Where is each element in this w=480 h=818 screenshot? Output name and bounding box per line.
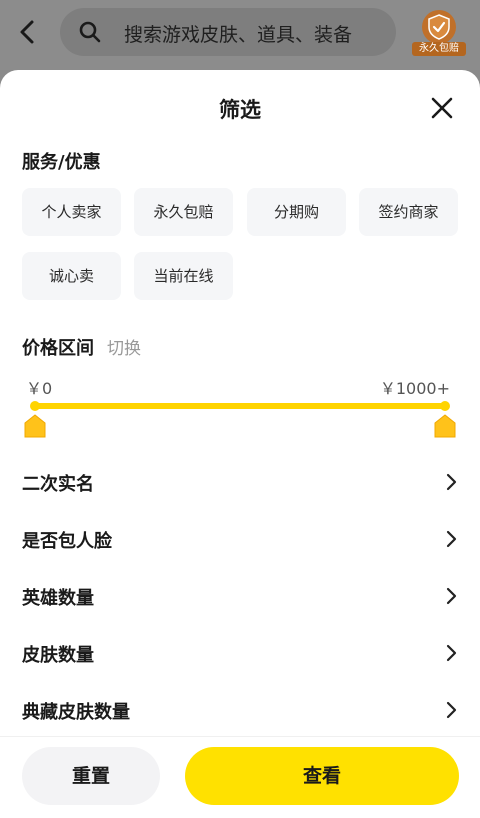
chevron-right-icon (446, 644, 457, 662)
row-skin-count[interactable]: 皮肤数量 (0, 625, 480, 682)
chip-individual-seller[interactable]: 个人卖家 (22, 188, 121, 236)
row-collection-skin-count[interactable]: 典藏皮肤数量 (0, 682, 480, 739)
price-switch-link[interactable]: 切换 (107, 334, 141, 359)
slider-handle-high[interactable] (433, 414, 457, 438)
chevron-right-icon (446, 473, 457, 491)
chevron-right-icon (446, 587, 457, 605)
back-icon[interactable] (14, 18, 42, 46)
slider-handle-low[interactable] (23, 414, 47, 438)
price-section-title: 价格区间 (22, 338, 94, 359)
service-section-title: 服务/优惠 (22, 152, 101, 173)
price-max-label: ￥1000+ (379, 379, 450, 398)
reset-button[interactable]: 重置 (22, 747, 160, 805)
row-label: 是否包人脸 (22, 531, 112, 552)
top-bar: 搜索游戏皮肤、道具、装备 永久包赔 (0, 0, 480, 70)
sheet-footer: 重置 查看 (0, 736, 480, 818)
row-face-verification[interactable]: 是否包人脸 (0, 511, 480, 568)
chip-contracted-merchant[interactable]: 签约商家 (359, 188, 458, 236)
close-icon[interactable] (430, 96, 454, 120)
chip-installment[interactable]: 分期购 (247, 188, 346, 236)
badge-label: 永久包赔 (412, 42, 466, 56)
price-slider-track[interactable] (34, 403, 446, 409)
view-button[interactable]: 查看 (185, 747, 459, 805)
sheet-title: 筛选 (219, 98, 261, 122)
row-secondary-realname[interactable]: 二次实名 (0, 454, 480, 511)
row-label: 典藏皮肤数量 (22, 702, 130, 723)
chevron-right-icon (446, 701, 457, 719)
filter-sheet: 筛选 服务/优惠 个人卖家 永久包赔 分期购 签约商家 诚心卖 当前在线 价格区… (0, 70, 480, 818)
search-icon (79, 21, 101, 43)
row-label: 二次实名 (22, 474, 94, 495)
slider-dot-high (440, 401, 450, 411)
slider-dot-low (30, 401, 40, 411)
row-label: 英雄数量 (22, 588, 94, 609)
price-min-label: ￥0 (26, 379, 53, 398)
search-bar[interactable]: 搜索游戏皮肤、道具、装备 (60, 8, 396, 56)
chip-online-now[interactable]: 当前在线 (134, 252, 233, 300)
guarantee-badge[interactable]: 永久包赔 (412, 8, 466, 56)
chip-permanent-guarantee[interactable]: 永久包赔 (134, 188, 233, 236)
search-placeholder: 搜索游戏皮肤、道具、装备 (124, 24, 353, 46)
row-label: 皮肤数量 (22, 645, 94, 666)
chevron-right-icon (446, 530, 457, 548)
row-hero-count[interactable]: 英雄数量 (0, 568, 480, 625)
chip-sincere-sale[interactable]: 诚心卖 (22, 252, 121, 300)
